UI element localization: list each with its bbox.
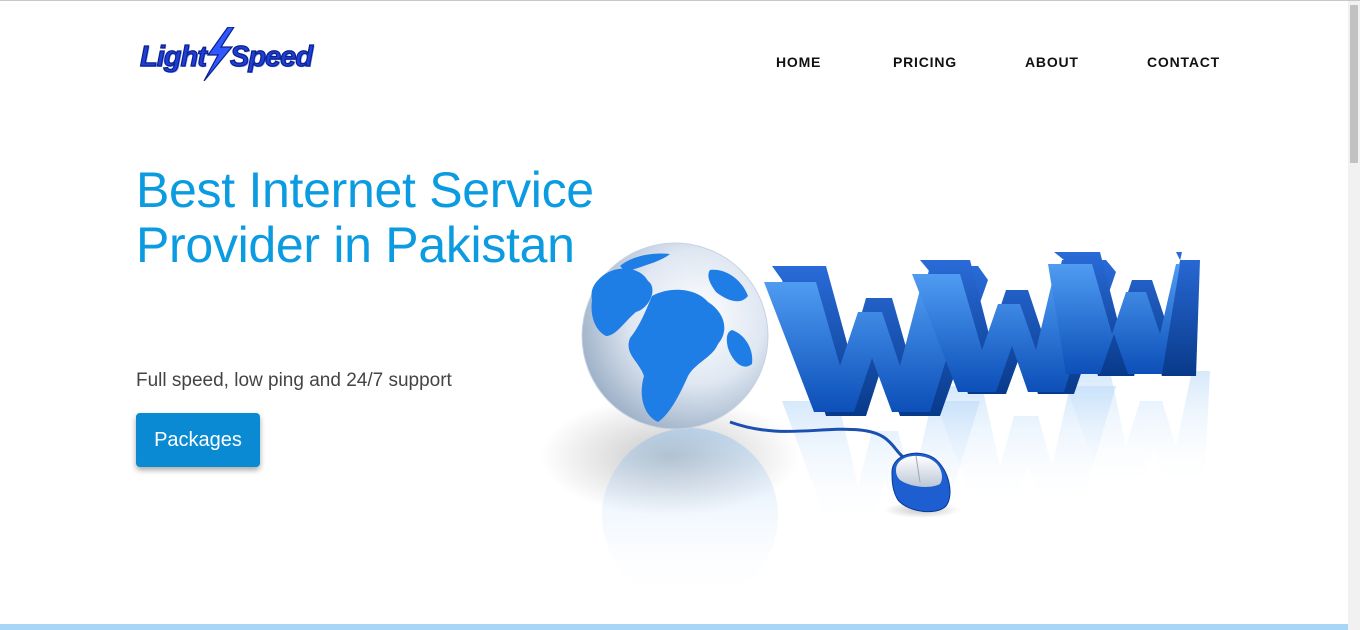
vertical-scrollbar[interactable] — [1348, 1, 1360, 630]
next-section-edge — [0, 624, 1348, 630]
letter-w-3 — [1048, 252, 1200, 376]
www-letters — [764, 252, 1200, 416]
nav-home[interactable]: HOME — [776, 54, 821, 70]
scrollbar-thumb[interactable] — [1350, 5, 1358, 163]
hero-illustration — [540, 242, 1210, 596]
main-nav: HOME PRICING ABOUT CONTACT — [0, 54, 1348, 74]
hero-title: Best Internet Service Provider in Pakist… — [136, 162, 594, 273]
nav-pricing[interactable]: PRICING — [893, 54, 957, 70]
page: Light Speed HOME PRICING ABOUT CONTACT B… — [0, 1, 1348, 630]
globe-reflection — [602, 428, 778, 596]
nav-about[interactable]: ABOUT — [1025, 54, 1079, 70]
nav-contact[interactable]: CONTACT — [1147, 54, 1220, 70]
packages-button[interactable]: Packages — [136, 413, 260, 467]
hero-subtitle: Full speed, low ping and 24/7 support — [136, 370, 452, 391]
